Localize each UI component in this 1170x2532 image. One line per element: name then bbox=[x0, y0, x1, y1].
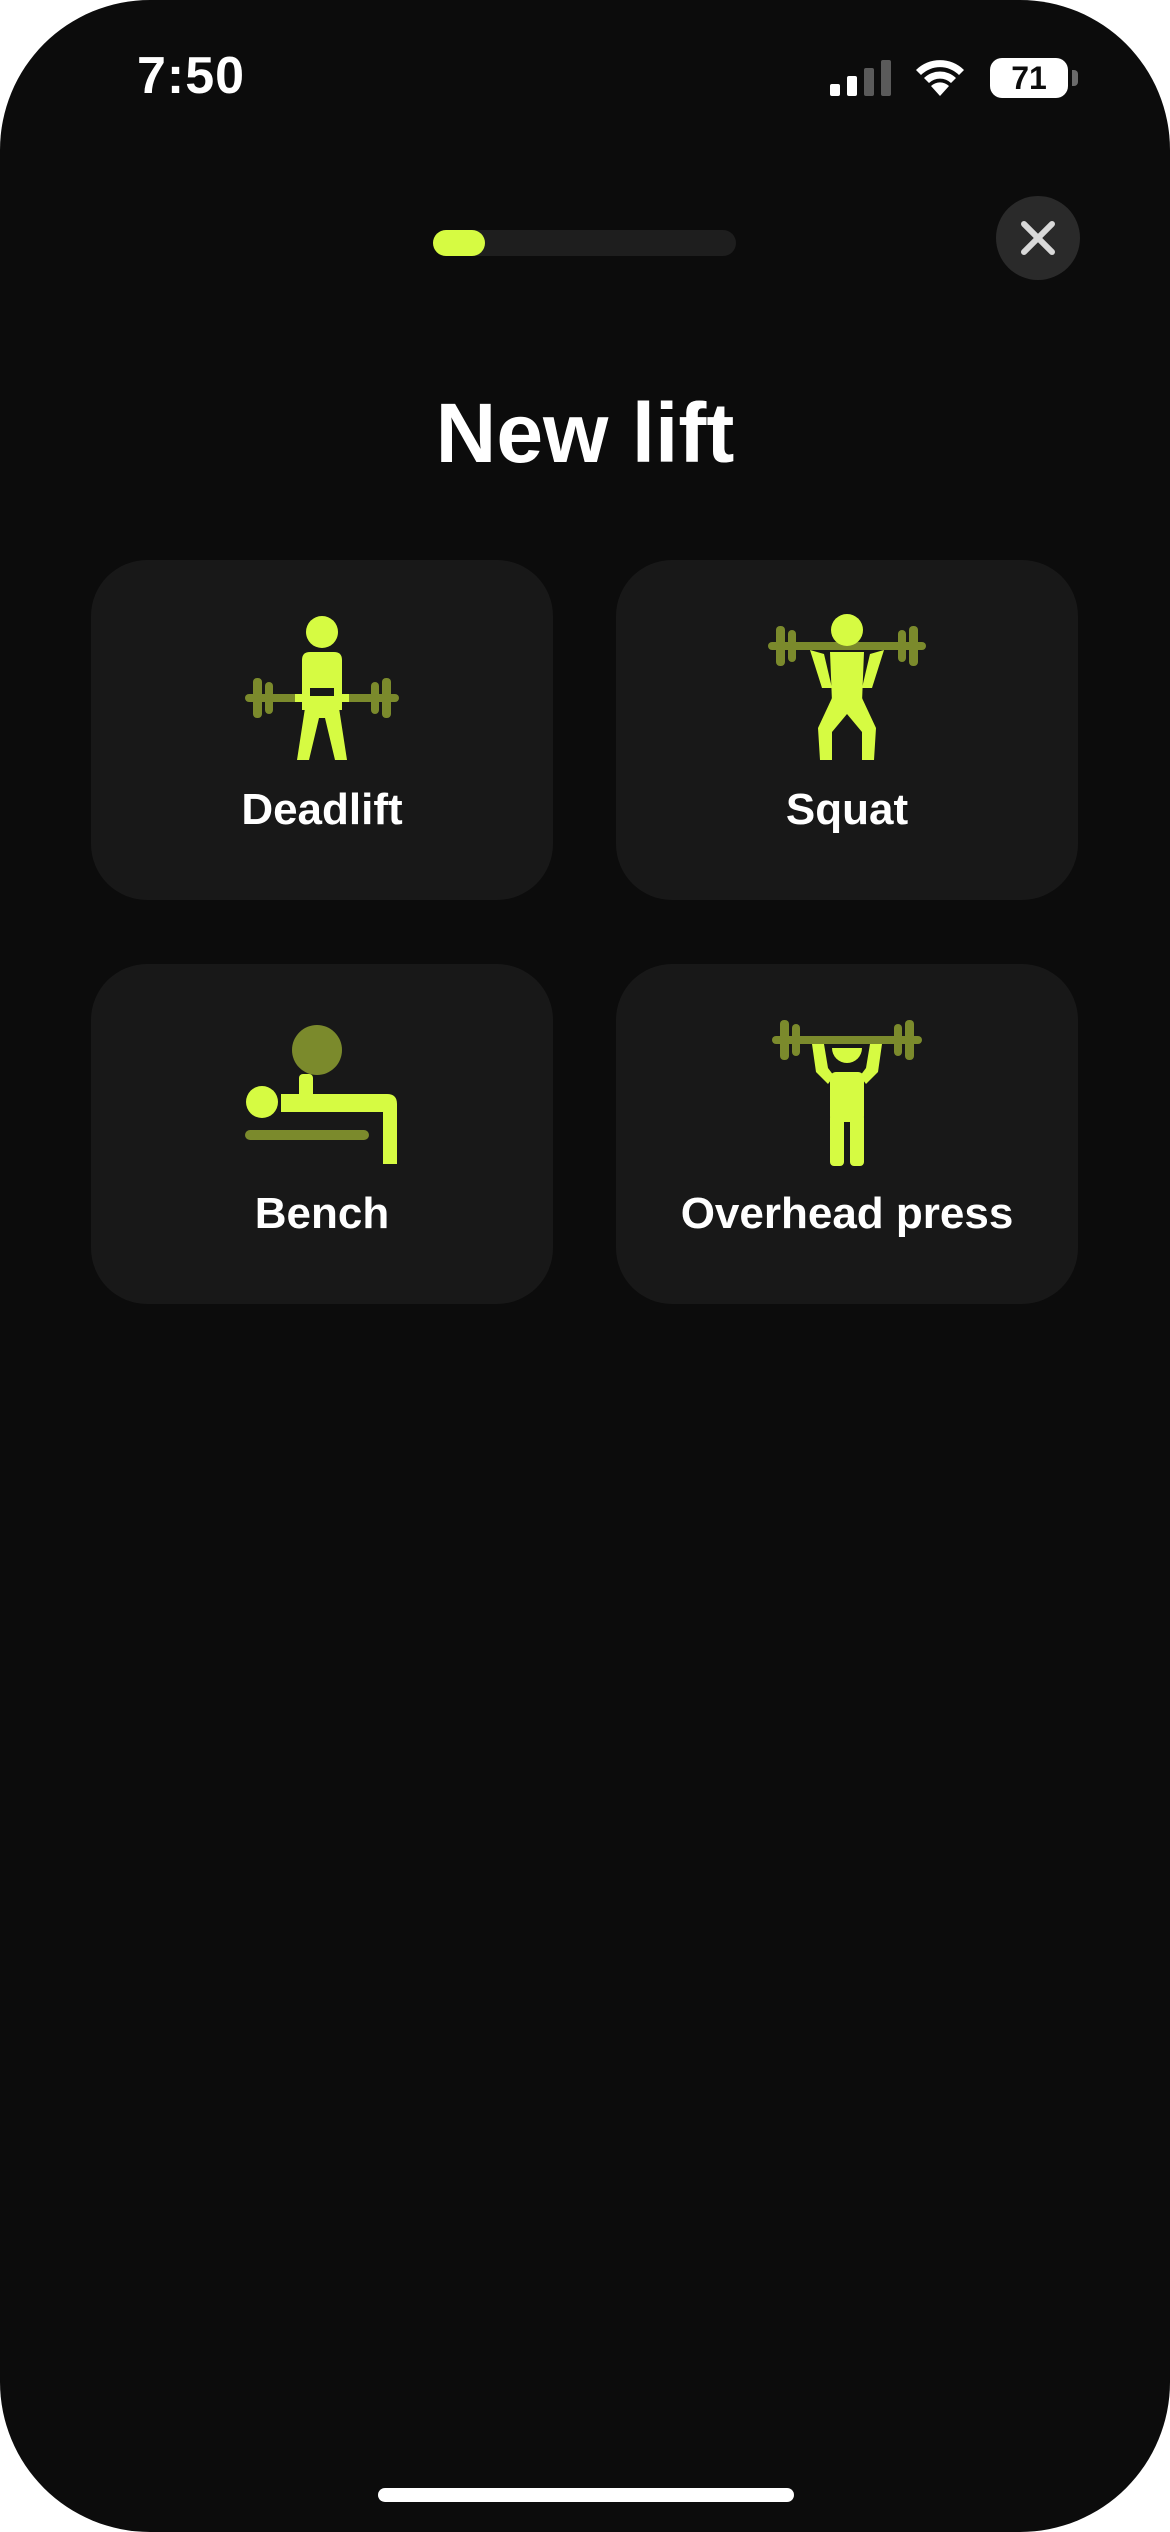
status-indicators: 71 bbox=[830, 56, 1090, 100]
overhead-press-icon bbox=[772, 1020, 922, 1166]
status-time: 7:50 bbox=[137, 47, 246, 105]
battery-cap bbox=[1072, 70, 1078, 86]
home-indicator[interactable] bbox=[378, 2488, 794, 2502]
lift-card-overhead-press[interactable]: Overhead press bbox=[616, 964, 1078, 1304]
cellular-signal-icon bbox=[830, 60, 891, 96]
battery-level: 71 bbox=[990, 58, 1068, 98]
close-button[interactable] bbox=[996, 196, 1080, 280]
lift-card-bench[interactable]: Bench bbox=[91, 964, 553, 1304]
battery-icon: 71 bbox=[990, 58, 1082, 98]
close-icon bbox=[1021, 221, 1055, 255]
lift-label-overhead-press: Overhead press bbox=[680, 1189, 1014, 1238]
deadlift-icon bbox=[245, 616, 399, 760]
lift-label-bench: Bench bbox=[254, 1189, 390, 1238]
bench-icon bbox=[245, 1025, 397, 1164]
lift-card-squat[interactable]: Squat bbox=[616, 560, 1078, 900]
page-title: New lift bbox=[435, 386, 735, 480]
squat-icon bbox=[768, 614, 926, 760]
app-screen: 7:50 71 New lift Deadlift Squat Bench Ov… bbox=[0, 0, 1170, 2532]
wifi-icon bbox=[916, 60, 964, 96]
lift-label-deadlift: Deadlift bbox=[241, 785, 403, 834]
lift-label-squat: Squat bbox=[785, 785, 909, 834]
progress-fill bbox=[433, 230, 485, 256]
lift-card-deadlift[interactable]: Deadlift bbox=[91, 560, 553, 900]
onboarding-progress bbox=[433, 230, 736, 256]
